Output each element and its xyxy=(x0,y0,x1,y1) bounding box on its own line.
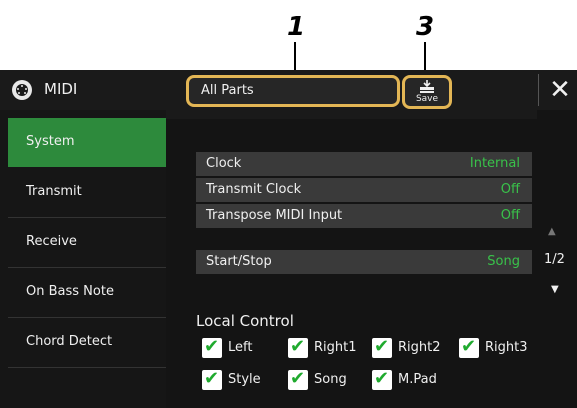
check-icon xyxy=(202,368,222,390)
callout-1: 1 xyxy=(287,12,306,42)
checkbox-label: Left xyxy=(228,340,253,355)
setting-value: Internal xyxy=(469,156,520,171)
sidebar-item-transmit[interactable]: Transmit xyxy=(8,168,166,218)
check-icon xyxy=(459,336,479,358)
title-bar: MIDI All Parts Save ✕ xyxy=(0,70,577,110)
sidebar: System Transmit Receive On Bass Note Cho… xyxy=(0,110,166,408)
check-icon xyxy=(372,336,392,358)
checkbox-label: Song xyxy=(314,372,347,387)
setting-value: Song xyxy=(487,254,520,269)
check-icon xyxy=(372,368,392,390)
checkbox-label: Right2 xyxy=(398,340,441,355)
sidebar-item-label: Chord Detect xyxy=(26,334,113,349)
sidebar-item-label: On Bass Note xyxy=(26,284,114,299)
sidebar-item-receive[interactable]: Receive xyxy=(8,218,166,268)
setting-label: Transmit Clock xyxy=(206,182,302,197)
setting-row-clock[interactable]: Clock Internal xyxy=(196,152,532,176)
setting-value: Off xyxy=(500,208,520,223)
page-indicator: 1/2 xyxy=(544,252,565,267)
check-icon xyxy=(288,336,308,358)
setting-label: Transpose MIDI Input xyxy=(206,208,343,223)
save-label: Save xyxy=(415,94,439,104)
setting-row-transpose-midi-input[interactable]: Transpose MIDI Input Off xyxy=(196,204,532,228)
midi-icon xyxy=(12,80,32,100)
sidebar-item-label: Receive xyxy=(26,234,77,249)
parts-selector[interactable]: All Parts xyxy=(186,75,400,107)
checkbox-label: M.Pad xyxy=(398,372,437,387)
local-control-title: Local Control xyxy=(196,312,294,330)
setting-row-start-stop[interactable]: Start/Stop Song xyxy=(196,250,532,274)
checkbox-label: Right3 xyxy=(485,340,528,355)
sidebar-item-system[interactable]: System xyxy=(8,118,166,167)
close-icon: ✕ xyxy=(549,75,571,105)
check-icon xyxy=(288,368,308,390)
close-button[interactable]: ✕ xyxy=(546,76,574,104)
checkbox-label: Right1 xyxy=(314,340,357,355)
save-button[interactable]: Save xyxy=(402,75,452,109)
sidebar-item-label: Transmit xyxy=(26,184,82,199)
setting-label: Start/Stop xyxy=(206,254,272,269)
setting-row-transmit-clock[interactable]: Transmit Clock Off xyxy=(196,178,532,202)
divider xyxy=(538,74,539,106)
page-down-arrow-icon[interactable]: ▼ xyxy=(551,284,559,295)
check-icon xyxy=(202,336,222,358)
page-up-arrow-icon[interactable]: ▲ xyxy=(548,226,556,237)
setting-label: Clock xyxy=(206,156,242,171)
page-title: MIDI xyxy=(44,80,78,98)
checkbox-label: Style xyxy=(228,372,261,387)
save-icon xyxy=(418,80,436,94)
sidebar-item-chord-detect[interactable]: Chord Detect xyxy=(8,318,166,368)
sidebar-item-on-bass-note[interactable]: On Bass Note xyxy=(8,268,166,318)
parts-selector-value: All Parts xyxy=(201,83,254,98)
content-header-strip xyxy=(166,110,537,119)
sidebar-item-label: System xyxy=(26,134,75,149)
callout-3: 3 xyxy=(416,12,435,42)
setting-value: Off xyxy=(500,182,520,197)
